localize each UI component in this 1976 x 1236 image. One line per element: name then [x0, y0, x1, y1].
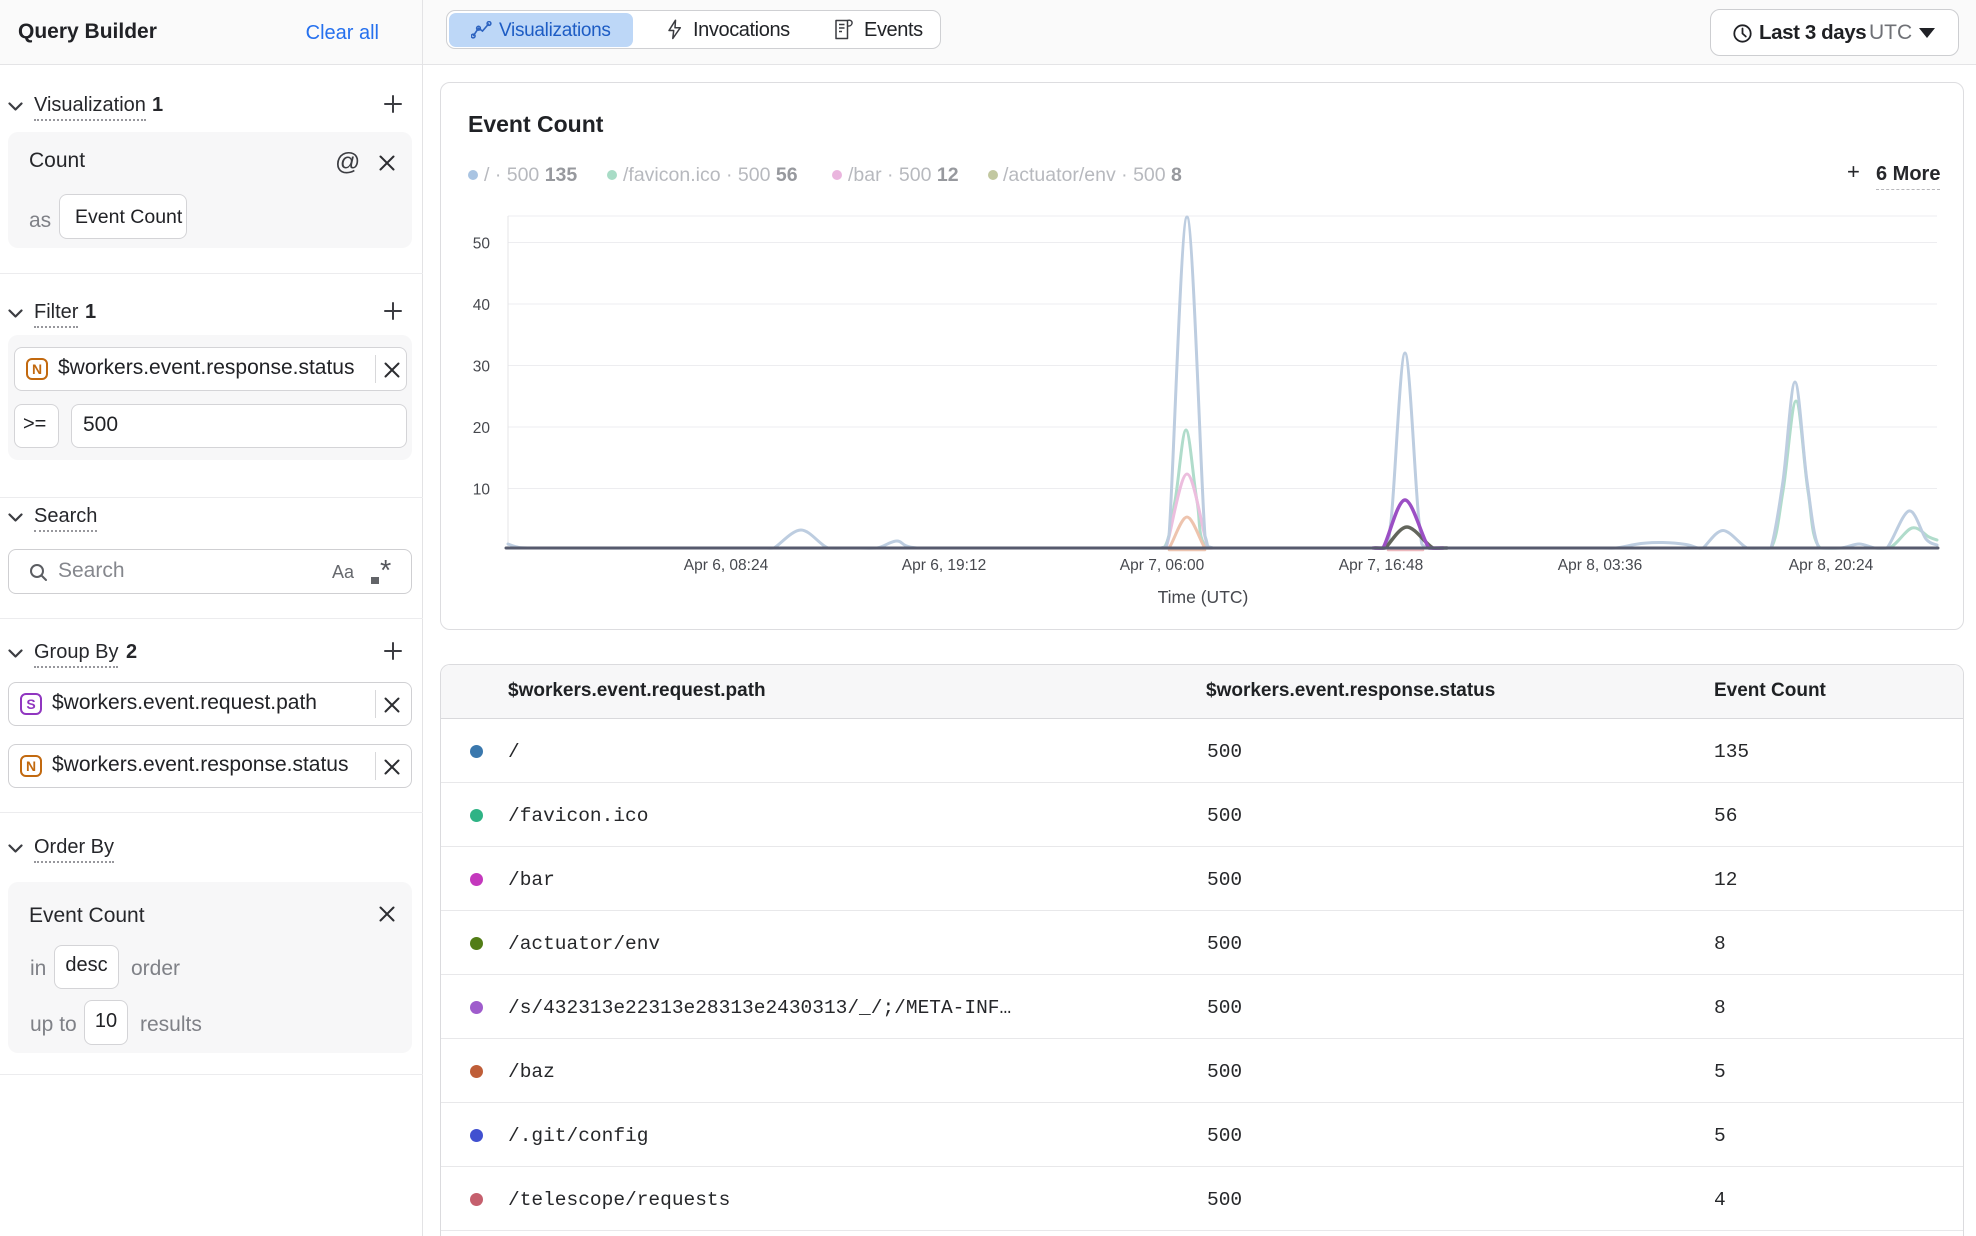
svg-text:Apr 8, 03:36: Apr 8, 03:36 [1558, 557, 1642, 574]
svg-text:Apr 6, 08:24: Apr 6, 08:24 [684, 557, 769, 574]
svg-text:40: 40 [473, 297, 491, 314]
svg-text:Apr 8, 20:24: Apr 8, 20:24 [1789, 557, 1874, 574]
svg-text:50: 50 [473, 236, 491, 253]
svg-text:Apr 7, 06:00: Apr 7, 06:00 [1120, 557, 1205, 574]
svg-text:Apr 7, 16:48: Apr 7, 16:48 [1339, 557, 1423, 574]
svg-text:Time (UTC): Time (UTC) [1158, 587, 1249, 607]
svg-text:Apr 6, 19:12: Apr 6, 19:12 [902, 557, 986, 574]
svg-text:20: 20 [473, 420, 491, 437]
svg-text:10: 10 [473, 482, 491, 499]
svg-text:30: 30 [473, 359, 491, 376]
